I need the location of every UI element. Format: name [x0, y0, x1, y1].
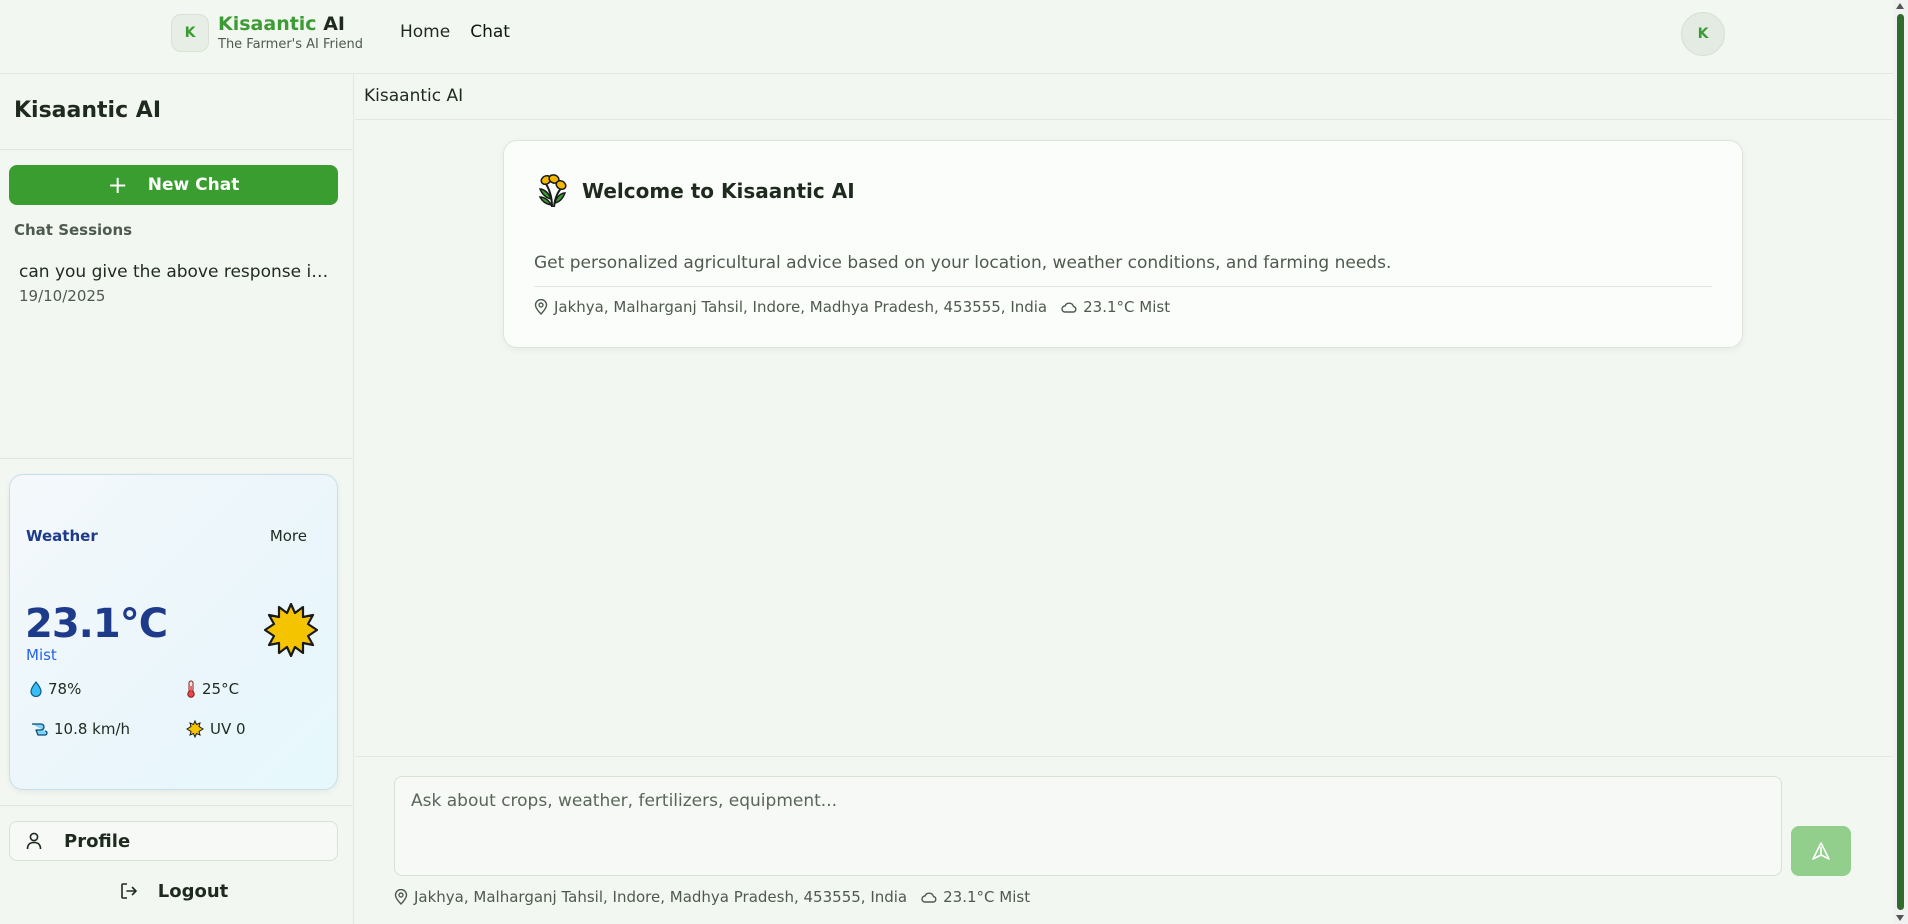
- cloud-icon: [1061, 302, 1077, 313]
- main-nav: Home Chat: [400, 22, 510, 42]
- composer-context-row: Jakhya, Malharganj Tahsil, Indore, Madhy…: [394, 888, 1030, 906]
- user-avatar-button[interactable]: K: [1681, 12, 1725, 56]
- humidity-stat: 78%: [30, 680, 81, 698]
- weather-condition: Mist: [26, 646, 57, 664]
- user-icon: [26, 832, 42, 850]
- scroll-down-arrow-icon[interactable]: [1896, 915, 1904, 921]
- welcome-context-row: Jakhya, Malharganj Tahsil, Indore, Madhy…: [534, 298, 1170, 316]
- scroll-up-arrow-icon[interactable]: [1896, 3, 1904, 9]
- location-pin-icon: [394, 889, 408, 905]
- scroll-thumb[interactable]: [1897, 14, 1904, 910]
- wind-stat: 10.8 km/h: [30, 720, 130, 738]
- uv-value: UV 0: [210, 720, 246, 738]
- chat-message-input[interactable]: [394, 776, 1782, 876]
- brand-name-accent: Kisaantic: [218, 13, 317, 35]
- chat-sessions-heading: Chat Sessions: [14, 221, 133, 239]
- welcome-divider: [534, 286, 1712, 287]
- wind-value: 10.8 km/h: [54, 720, 131, 738]
- weather-card: Weather More 23.1°C Mist 78% 25°C 10.8 k: [9, 474, 338, 790]
- sidebar: Kisaantic AI + New Chat Chat Sessions ca…: [0, 74, 354, 924]
- weather-label: Weather: [26, 527, 98, 545]
- chat-session-title: can you give the above response in g...: [19, 262, 329, 282]
- wind-icon: [32, 723, 48, 736]
- weather-temperature: 23.1°C: [25, 601, 168, 647]
- cloud-icon: [921, 892, 937, 903]
- location-pin-icon: [534, 299, 548, 315]
- weather-summary-text: 23.1°C Mist: [1083, 298, 1171, 316]
- nav-home-link[interactable]: Home: [400, 22, 450, 42]
- plus-icon: +: [107, 171, 128, 199]
- welcome-subtitle: Get personalized agricultural advice bas…: [534, 253, 1392, 273]
- brand-name-rest: AI: [316, 13, 345, 35]
- logout-button[interactable]: Logout: [0, 874, 348, 908]
- water-drop-icon: [30, 681, 42, 697]
- wheat-icon: [538, 174, 567, 208]
- sidebar-divider-bottom: [0, 805, 353, 806]
- sidebar-title: Kisaantic AI: [0, 74, 353, 150]
- composer-location-text: Jakhya, Malharganj Tahsil, Indore, Madhy…: [414, 888, 908, 906]
- welcome-heading: Welcome to Kisaantic AI: [534, 173, 855, 209]
- location-text: Jakhya, Malharganj Tahsil, Indore, Madhy…: [554, 298, 1048, 316]
- brand-name: Kisaantic AI: [218, 15, 363, 34]
- chat-header-title: Kisaantic AI: [355, 74, 1893, 120]
- sidebar-divider: [0, 458, 353, 459]
- brand[interactable]: K Kisaantic AI The Farmer's AI Friend: [171, 14, 363, 52]
- welcome-title: Welcome to Kisaantic AI: [582, 179, 855, 203]
- thermometer-icon: [187, 680, 195, 698]
- top-navbar: K Kisaantic AI The Farmer's AI Friend Ho…: [0, 0, 1893, 74]
- profile-button[interactable]: Profile: [9, 821, 338, 861]
- uv-sun-icon: [186, 720, 204, 738]
- brand-logo: K: [171, 14, 209, 52]
- logout-label: Logout: [157, 880, 229, 902]
- nav-chat-link[interactable]: Chat: [470, 22, 510, 42]
- brand-text: Kisaantic AI The Farmer's AI Friend: [218, 15, 363, 52]
- feels-like-value: 25°C: [202, 680, 240, 698]
- profile-label: Profile: [64, 830, 131, 852]
- composer-weather-summary-text: 23.1°C Mist: [943, 888, 1031, 906]
- page-scrollbar[interactable]: [1893, 0, 1908, 924]
- logout-icon: [120, 883, 137, 899]
- humidity-value: 78%: [48, 680, 82, 698]
- send-icon: [1812, 842, 1830, 860]
- uv-stat: UV 0: [186, 720, 246, 738]
- send-button[interactable]: [1791, 826, 1851, 876]
- feels-like-stat: 25°C: [186, 680, 239, 698]
- welcome-card: Welcome to Kisaantic AI Get personalized…: [503, 140, 1743, 348]
- weather-more-button[interactable]: More: [270, 527, 307, 545]
- composer-divider: [355, 756, 1893, 757]
- chat-session-item[interactable]: can you give the above response in g... …: [19, 262, 329, 305]
- sun-icon: [264, 603, 318, 657]
- new-chat-label: New Chat: [147, 175, 240, 195]
- new-chat-button[interactable]: + New Chat: [9, 165, 338, 205]
- chat-session-date: 19/10/2025: [19, 287, 106, 305]
- brand-tagline: The Farmer's AI Friend: [218, 37, 363, 52]
